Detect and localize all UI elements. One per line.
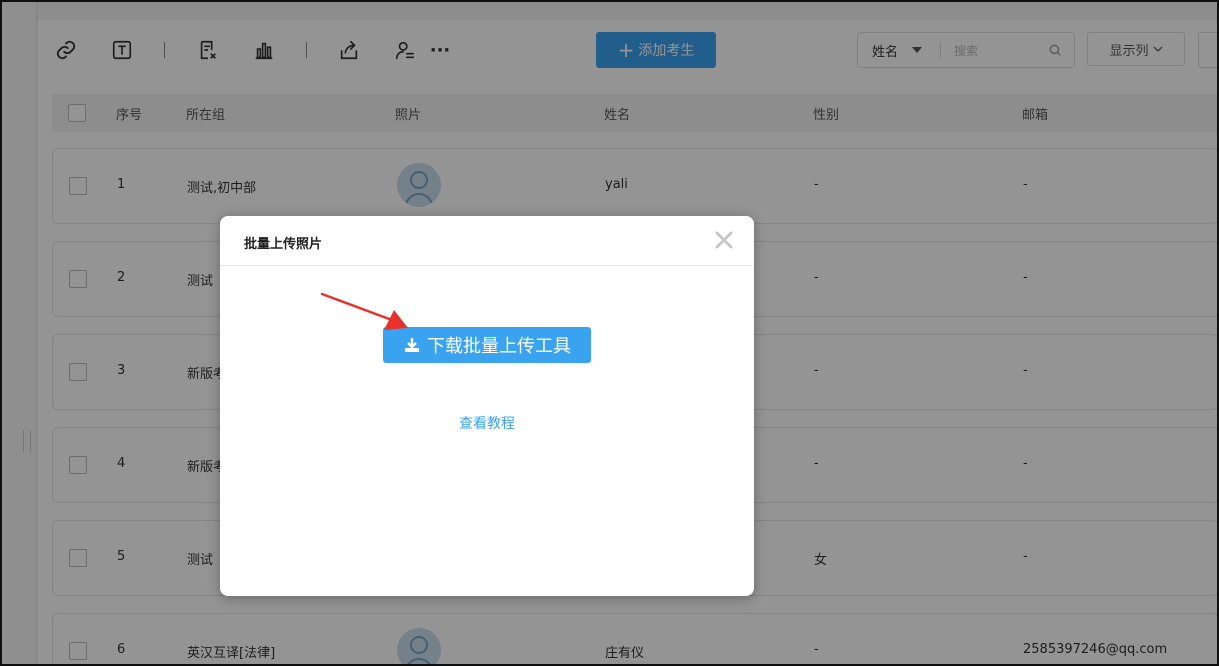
red-arrow-annotation bbox=[320, 292, 408, 330]
close-icon[interactable] bbox=[710, 226, 738, 254]
download-button-label: 下载批量上传工具 bbox=[427, 336, 571, 357]
view-tutorial-link[interactable]: 查看教程 bbox=[220, 413, 754, 433]
download-icon bbox=[405, 338, 419, 352]
dialog-title: 批量上传照片 bbox=[244, 237, 323, 252]
batch-upload-photos-dialog: 批量上传照片 下载批量上传工具 查看教程 bbox=[220, 216, 754, 596]
dialog-header: 批量上传照片 bbox=[220, 216, 754, 266]
